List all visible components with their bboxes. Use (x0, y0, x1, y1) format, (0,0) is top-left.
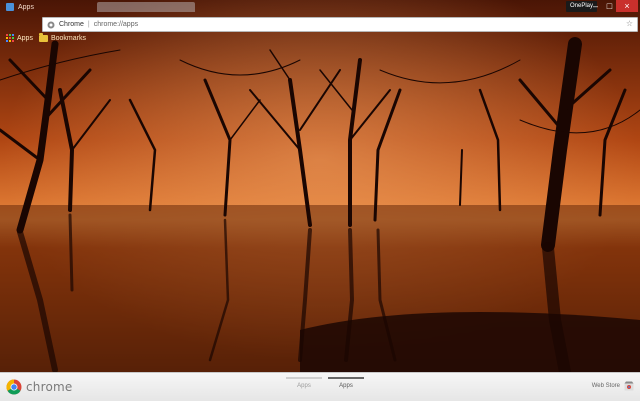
bookmark-star-icon[interactable]: ☆ (626, 19, 633, 28)
maximize-button[interactable]: □ (602, 0, 617, 12)
close-button[interactable]: × (616, 0, 638, 12)
tab-title: Apps (18, 3, 34, 11)
page-tab-apps-1[interactable]: Apps (286, 377, 322, 389)
bookmark-apps-label: Apps (17, 34, 33, 42)
new-tab-button[interactable] (97, 2, 195, 12)
apps-bottom-bar: chrome Apps Apps Web Store (0, 372, 640, 401)
chrome-page-icon (47, 21, 55, 29)
tab-apps[interactable]: Apps (6, 0, 94, 14)
tab-strip: Apps OnePlay – □ × (0, 0, 640, 14)
omnibox-url[interactable]: chrome://apps (94, 21, 138, 28)
bookmark-apps[interactable]: Apps (6, 34, 33, 42)
apps-tab-favicon-icon (6, 3, 14, 11)
page-switcher: Apps Apps (286, 377, 364, 389)
chrome-brand-text: chrome (26, 380, 73, 394)
bookmarks-bar: Apps Bookmarks (0, 32, 86, 44)
bookmark-folder-label: Bookmarks (50, 34, 86, 42)
minimize-button[interactable]: – (588, 0, 603, 12)
omnibox[interactable]: Chrome | chrome://apps ☆ (42, 17, 638, 32)
background-wallpaper (0, 0, 640, 400)
web-store-label: Web Store (591, 383, 620, 389)
page-tab-apps-2[interactable]: Apps (328, 377, 364, 389)
bookmark-folder[interactable]: Bookmarks (38, 32, 86, 42)
chrome-brand: chrome (6, 379, 73, 395)
folder-icon (38, 32, 48, 42)
chrome-logo-icon (6, 379, 22, 395)
web-store-icon (624, 381, 634, 391)
web-store-link[interactable]: Web Store (592, 381, 634, 391)
apps-grid-icon (6, 34, 14, 42)
omnibox-scheme-label: Chrome (59, 21, 84, 28)
omnibox-separator: | (87, 21, 90, 28)
